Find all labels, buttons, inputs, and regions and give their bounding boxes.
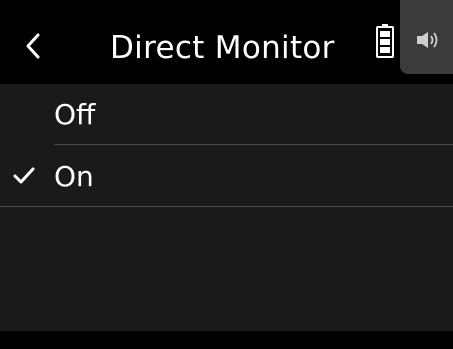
speaker-button[interactable] <box>400 0 453 74</box>
option-off[interactable]: Off <box>0 84 453 144</box>
option-on[interactable]: On <box>0 146 453 206</box>
battery-icon <box>376 24 394 58</box>
chevron-left-icon <box>26 33 40 59</box>
bottom-bar <box>0 331 453 349</box>
direct-monitor-screen: Direct Monitor Off On <box>0 0 453 349</box>
page-title: Direct Monitor <box>110 30 335 66</box>
divider <box>0 206 453 207</box>
option-label: Off <box>54 98 96 131</box>
speaker-icon <box>417 32 438 48</box>
options-list: Off On <box>0 84 453 331</box>
check-icon <box>13 167 35 184</box>
back-button[interactable] <box>22 30 46 62</box>
divider <box>54 144 453 145</box>
option-label: On <box>54 160 94 193</box>
header-bar: Direct Monitor <box>0 0 453 84</box>
